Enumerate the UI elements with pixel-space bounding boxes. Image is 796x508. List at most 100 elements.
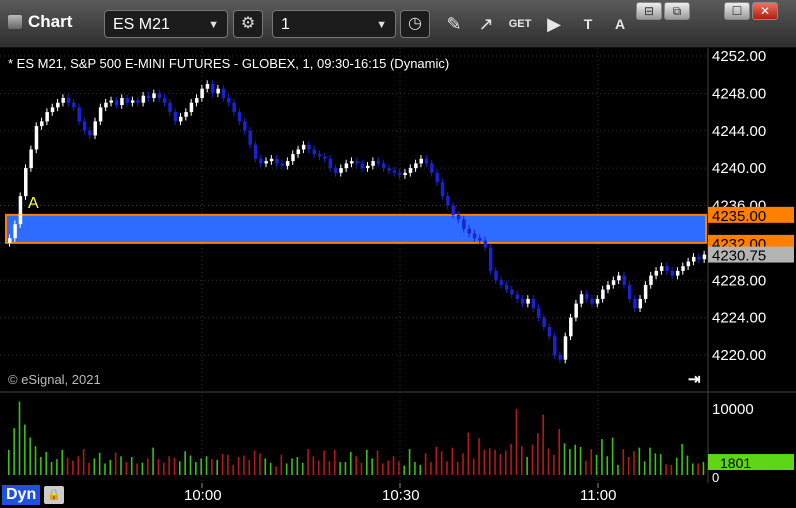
candle-body xyxy=(280,163,285,166)
candle-body xyxy=(333,168,338,173)
candle-body xyxy=(264,161,268,164)
candle-body xyxy=(355,161,359,164)
volume-bar xyxy=(440,451,443,475)
volume-bar xyxy=(606,456,609,475)
candle-body xyxy=(216,88,220,94)
volume-last-label: 1801 xyxy=(720,455,751,471)
candle-body xyxy=(446,196,450,206)
pencil-icon[interactable]: ✎ xyxy=(440,10,468,38)
volume-bar xyxy=(665,464,667,475)
chart-background xyxy=(0,48,796,508)
candle-body xyxy=(269,158,274,162)
volume-bar xyxy=(670,464,673,475)
scroll-to-end-icon[interactable]: ⇥ xyxy=(688,371,701,388)
candle-body xyxy=(408,168,413,173)
clock-icon[interactable]: ◷ xyxy=(400,10,430,38)
volume-bar xyxy=(601,439,603,475)
volume-bar xyxy=(323,450,325,475)
volume-bar xyxy=(275,466,277,475)
volume-bar xyxy=(24,424,26,475)
volume-bar xyxy=(488,448,491,475)
volume-bar xyxy=(553,454,555,475)
volume-bar xyxy=(595,454,598,475)
price-tick-label: 4228.00 xyxy=(712,272,766,289)
dyn-mode-label[interactable]: Dyn xyxy=(2,485,41,505)
candle-body xyxy=(323,156,327,159)
volume-bar xyxy=(483,449,486,475)
volume-bar xyxy=(301,462,304,475)
price-band-zone[interactable] xyxy=(5,213,707,244)
get-icon[interactable]: GET xyxy=(506,10,534,38)
volume-bar xyxy=(317,460,320,475)
restore-button[interactable]: ⧉ xyxy=(664,2,690,20)
price-tick-label: 4248.00 xyxy=(712,85,766,102)
lock-icon[interactable]: 🔒 xyxy=(44,486,64,504)
volume-bar xyxy=(146,458,149,475)
candle-body xyxy=(392,170,397,173)
candle-body xyxy=(125,98,130,103)
candle-body xyxy=(232,102,236,113)
candle-body xyxy=(675,270,680,276)
volume-bar xyxy=(617,464,619,475)
volume-bar xyxy=(216,459,218,475)
volume-bar xyxy=(237,457,240,475)
minimize-button[interactable]: ⊟ xyxy=(636,2,662,20)
candle-body xyxy=(376,161,381,164)
cursor-icon[interactable]: ↗ xyxy=(472,10,500,38)
price-chart[interactable]: 4252.004248.004244.004240.004236.004232.… xyxy=(0,48,796,508)
candle-body xyxy=(189,102,194,113)
candle-body xyxy=(88,130,92,136)
candle-body xyxy=(590,298,594,304)
candle-body xyxy=(504,284,509,290)
price-tick-label: 4240.00 xyxy=(712,160,766,177)
candle-body xyxy=(622,275,627,285)
price-tick-label: 4252.00 xyxy=(712,48,766,65)
volume-bar xyxy=(29,437,31,475)
candle-body xyxy=(275,158,279,164)
candle-body xyxy=(307,144,311,150)
window-title: Chart xyxy=(8,12,72,32)
volume-bar xyxy=(307,449,309,475)
candle-body xyxy=(173,112,178,122)
candle-body xyxy=(34,126,39,150)
chevron-down-icon[interactable]: ▼ xyxy=(208,11,219,39)
candle-body xyxy=(312,149,317,155)
volume-bar xyxy=(435,446,438,475)
alert-icon[interactable]: A xyxy=(606,10,634,38)
time-tick-label: 10:00 xyxy=(184,487,222,504)
candle-body xyxy=(537,308,541,318)
candle-body xyxy=(627,284,632,299)
volume-bar xyxy=(542,414,544,475)
symbol-combo[interactable]: ES M21 ▼ xyxy=(104,10,228,38)
candle-body xyxy=(414,163,418,169)
volume-bar xyxy=(366,449,368,475)
volume-bar xyxy=(312,456,315,475)
candle-body xyxy=(665,266,669,271)
volume-bar xyxy=(114,452,117,475)
volume-bar xyxy=(627,457,630,475)
volume-bar xyxy=(243,455,245,475)
time-axis: 10:00 10:30 11:00 xyxy=(0,483,796,508)
candle-body xyxy=(291,154,295,162)
play-icon[interactable]: ▶ xyxy=(540,10,568,38)
volume-bar xyxy=(697,463,699,475)
volume-bar xyxy=(686,455,689,475)
text-icon[interactable]: T xyxy=(574,10,602,38)
interval-combo[interactable]: 1 ▼ xyxy=(272,10,396,38)
volume-bar xyxy=(56,459,58,475)
candle-body xyxy=(29,149,33,169)
maximize-button[interactable]: ☐ xyxy=(724,2,750,20)
candle-body xyxy=(77,107,81,122)
candle-body xyxy=(339,168,343,173)
volume-bar xyxy=(649,447,651,475)
volume-bar xyxy=(430,462,432,475)
volume-bar xyxy=(141,462,144,475)
volume-bar xyxy=(408,449,411,475)
chevron-down-icon[interactable]: ▼ xyxy=(376,11,387,39)
candle-body xyxy=(595,298,600,304)
close-button[interactable]: ✕ xyxy=(752,2,778,20)
gear-icon[interactable]: ⚙ xyxy=(233,10,263,38)
volume-bar xyxy=(195,462,197,475)
candle-body xyxy=(136,100,140,103)
candle-body xyxy=(563,336,568,360)
